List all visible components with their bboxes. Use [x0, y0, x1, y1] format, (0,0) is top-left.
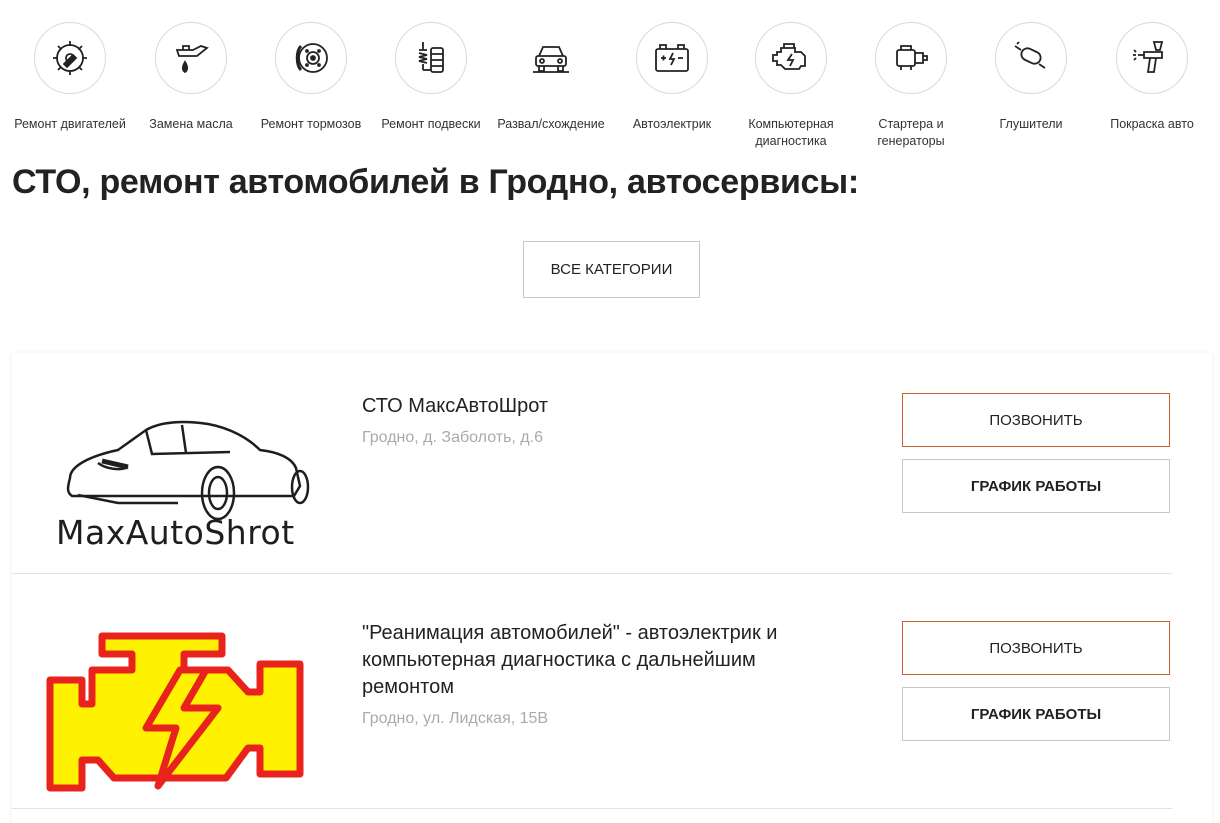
brake-disc-icon [295, 43, 328, 73]
listing-name[interactable]: СТО МаксАвтоШрот [362, 393, 852, 420]
category-label: Глушители [999, 117, 1063, 131]
category-icon-circle [395, 22, 467, 94]
listing-name[interactable]: "Реанимация автомобилей" - автоэлектрик … [362, 620, 852, 701]
listing-logo[interactable]: MaxAutoShrot [42, 403, 322, 563]
category-computer-diagnostics[interactable]: Компьютерная диагностика [731, 22, 851, 150]
engine-gear-icon [53, 41, 87, 75]
battery-icon [655, 44, 689, 72]
category-engine-repair[interactable]: Ремонт двигателей [10, 22, 130, 133]
suspension-icon [418, 42, 444, 73]
check-engine-logo-icon [46, 632, 304, 792]
service-listings: MaxAutoShrot СТО МаксАвтоШрот Гродно, д.… [12, 353, 1212, 823]
call-button[interactable]: ПОЗВОНИТЬ [902, 393, 1170, 447]
category-icon-circle [755, 22, 827, 94]
muffler-icon [1014, 41, 1046, 69]
all-categories-button[interactable]: ВСЕ КАТЕГОРИИ [523, 241, 700, 298]
car-front-icon [533, 46, 569, 73]
spray-gun-icon [1133, 41, 1164, 73]
logo-text: MaxAutoShrot [56, 513, 295, 552]
category-icon-circle [515, 22, 587, 94]
listing-card: MaxAutoShrot СТО МаксАвтоШрот Гродно, д.… [12, 353, 1172, 574]
listing-card: "Реанимация автомобилей" - автоэлектрик … [12, 574, 1172, 809]
page-title: СТО, ремонт автомобилей в Гродно, автосе… [12, 163, 859, 201]
category-mufflers[interactable]: Глушители [971, 22, 1091, 133]
category-suspension-repair[interactable]: Ремонт подвески [371, 22, 491, 133]
category-label: Ремонт двигателей [14, 117, 126, 131]
engine-diagnostics-icon [772, 43, 806, 70]
category-starters-generators[interactable]: Стартера и генераторы [851, 22, 971, 150]
category-icon-circle [995, 22, 1067, 94]
category-icon-circle [275, 22, 347, 94]
category-brake-repair[interactable]: Ремонт тормозов [251, 22, 371, 133]
category-icon-circle [636, 22, 708, 94]
category-icon-circle [34, 22, 106, 94]
starter-icon [896, 45, 928, 70]
category-label: Покраска авто [1110, 117, 1194, 131]
category-label: Автоэлектрик [632, 117, 712, 131]
category-label: Ремонт подвески [381, 117, 481, 131]
category-label: Компьютерная диагностика [748, 117, 834, 148]
category-label: Замена масла [149, 117, 233, 131]
call-button[interactable]: ПОЗВОНИТЬ [902, 621, 1170, 675]
listing-address: Гродно, ул. Лидская, 15В [362, 710, 549, 727]
listing-logo[interactable] [42, 624, 312, 804]
category-label: Стартера и генераторы [877, 117, 945, 148]
category-label: Развал/схождение [497, 117, 605, 131]
service-categories: Ремонт двигателей Замена масла Ремонт то… [0, 0, 1220, 160]
work-schedule-button[interactable]: ГРАФИК РАБОТЫ [902, 687, 1170, 741]
category-auto-electric[interactable]: Автоэлектрик [612, 22, 732, 133]
oil-can-icon [175, 45, 209, 74]
category-label: Ремонт тормозов [260, 117, 362, 131]
category-wheel-alignment[interactable]: Развал/схождение [491, 22, 611, 133]
category-icon-circle [155, 22, 227, 94]
category-icon-circle [875, 22, 947, 94]
category-car-painting[interactable]: Покраска авто [1092, 22, 1212, 133]
category-icon-circle [1116, 22, 1188, 94]
listing-address: Гродно, д. Заболоть, д.6 [362, 429, 543, 446]
work-schedule-button[interactable]: ГРАФИК РАБОТЫ [902, 459, 1170, 513]
category-oil-change[interactable]: Замена масла [131, 22, 251, 133]
